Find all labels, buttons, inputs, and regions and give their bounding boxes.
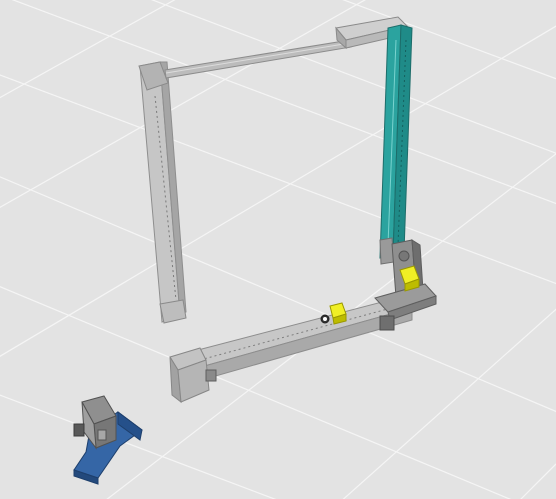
rail-indicator-ring xyxy=(320,314,330,324)
scene-canvas[interactable] xyxy=(0,0,556,499)
3d-viewport[interactable] xyxy=(0,0,556,499)
